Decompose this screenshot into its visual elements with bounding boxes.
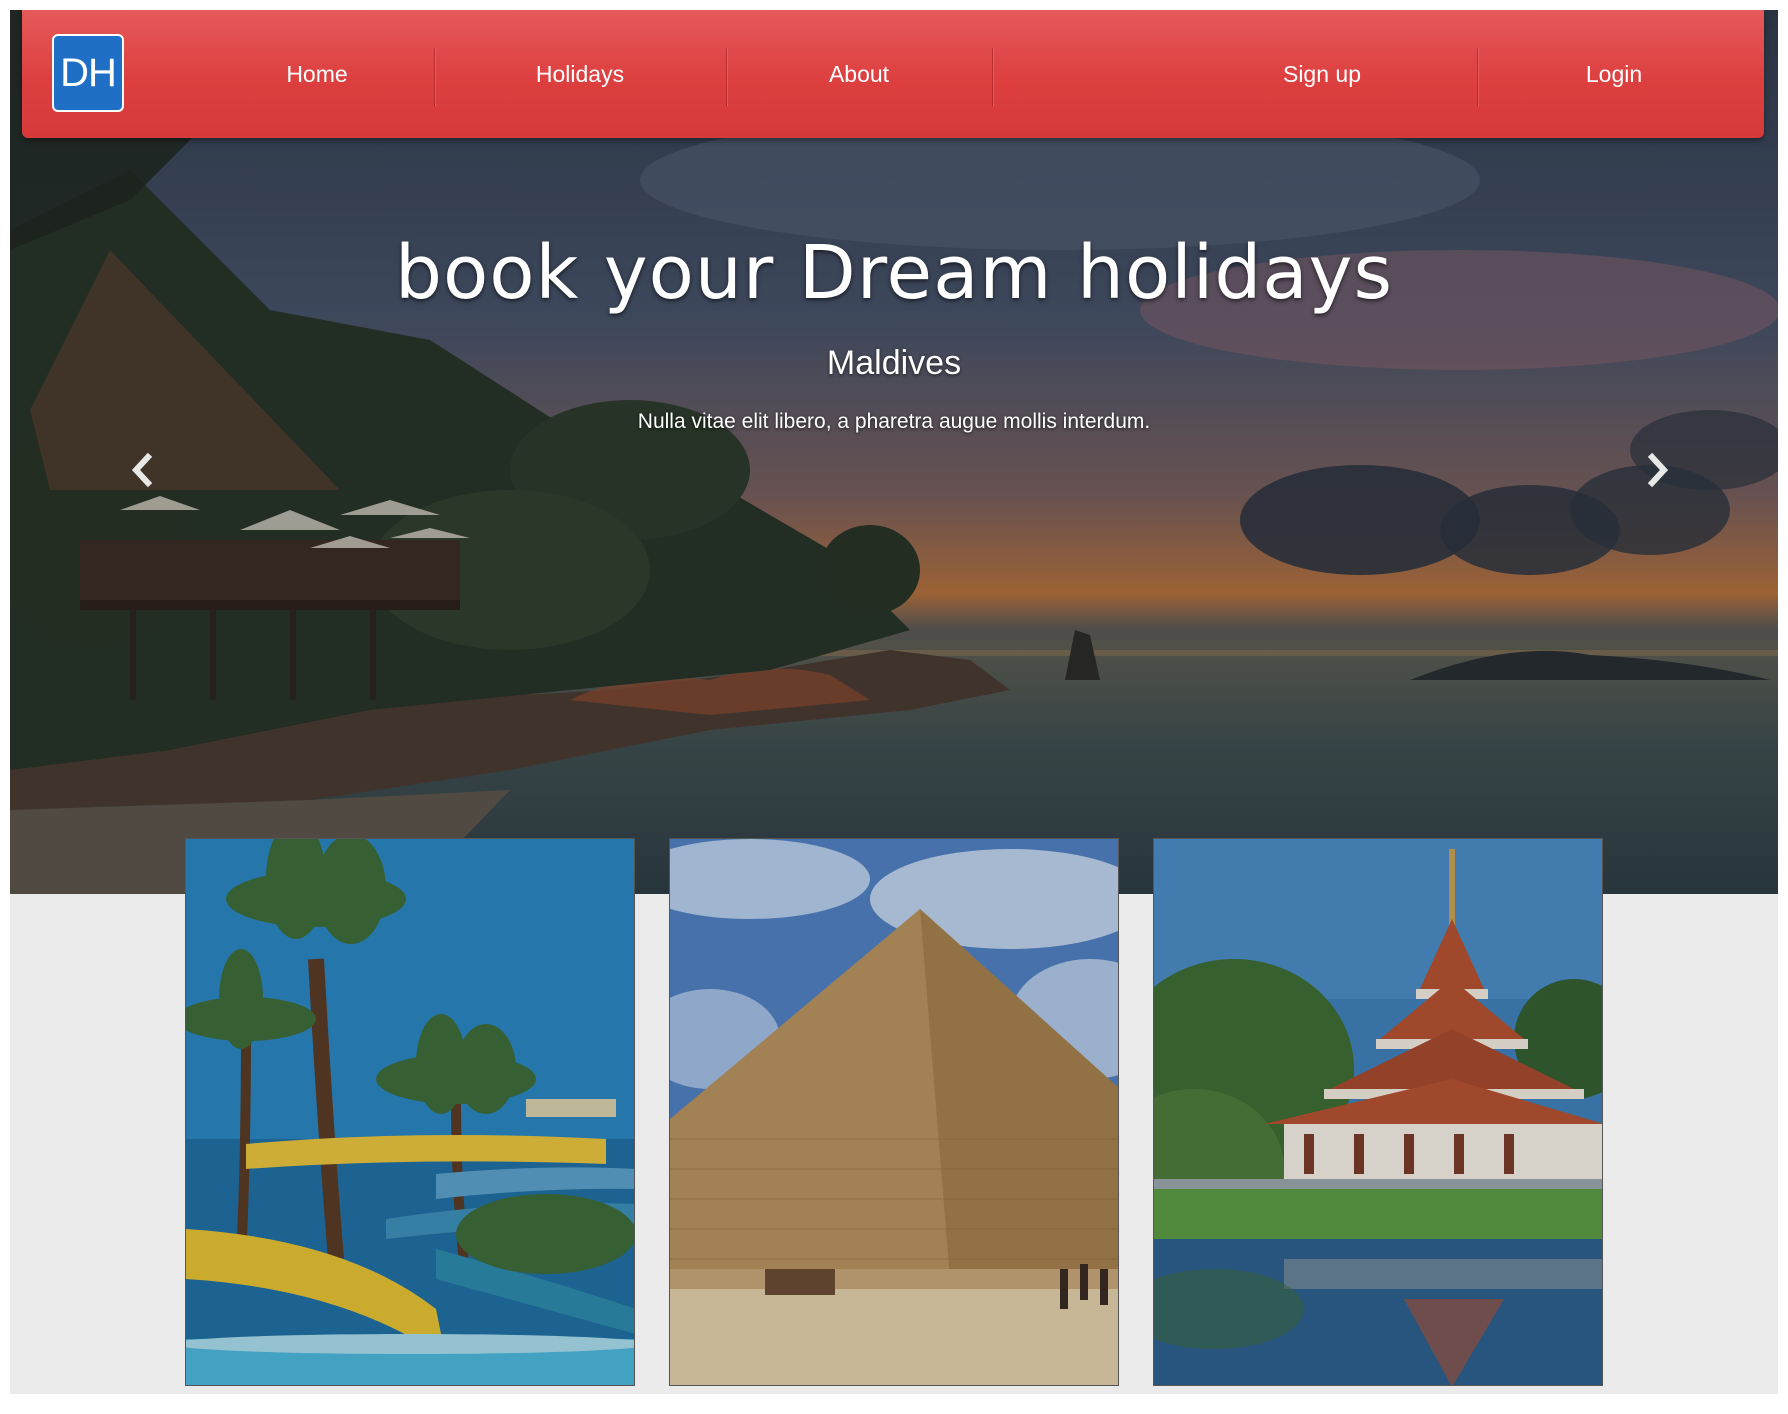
destination-card-pyramid[interactable] xyxy=(669,838,1119,1386)
nav-holidays[interactable]: Holidays xyxy=(434,10,726,138)
carousel-next-button[interactable] xyxy=(1638,450,1678,490)
card-shade xyxy=(186,839,634,1385)
hero-caption: book your Dream holidays Maldives Nulla … xyxy=(10,10,1778,894)
navbar: DH Home Holidays About Sign up Login xyxy=(22,10,1764,138)
hero-title: book your Dream holidays xyxy=(394,230,1394,316)
card-shade xyxy=(670,839,1118,1385)
nav-signup[interactable]: Sign up xyxy=(1182,10,1462,138)
nav-login[interactable]: Login xyxy=(1477,10,1751,138)
chevron-left-icon xyxy=(131,453,153,487)
nav-about[interactable]: About xyxy=(726,10,992,138)
brand-logo[interactable]: DH xyxy=(52,34,124,112)
chevron-right-icon xyxy=(1647,453,1669,487)
hero-carousel: book your Dream holidays Maldives Nulla … xyxy=(10,10,1778,894)
destination-card-temple[interactable] xyxy=(1153,838,1603,1386)
nav-home[interactable]: Home xyxy=(197,10,437,138)
hero-subtitle: Maldives xyxy=(826,344,962,382)
destination-card-waterpark[interactable] xyxy=(185,838,635,1386)
card-shade xyxy=(1154,839,1602,1385)
nav-divider xyxy=(992,48,993,106)
carousel-prev-button[interactable] xyxy=(122,450,162,490)
hero-description: Nulla vitae elit libero, a pharetra augu… xyxy=(637,410,1151,433)
page-frame: book your Dream holidays Maldives Nulla … xyxy=(10,10,1778,1394)
